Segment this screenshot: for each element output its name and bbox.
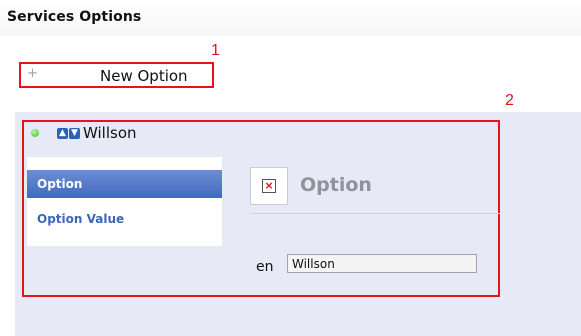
close-button[interactable]: × [250,167,288,205]
nav-item-option[interactable]: Option [27,170,222,198]
option-item-name[interactable]: Willson [83,124,137,142]
page-header: Services Options [0,0,581,36]
new-option-label: New Option [100,67,188,85]
option-name-input[interactable] [287,254,477,273]
callout-2: 2 [505,92,514,109]
content-divider [250,213,500,214]
close-icon: × [262,179,276,193]
status-dot-icon [31,129,39,137]
option-side-nav: Option Option Value [27,157,222,246]
new-option-button[interactable]: + New Option [19,62,214,88]
move-up-icon[interactable]: ▲ [57,128,68,139]
callout-1: 1 [211,42,220,59]
plus-icon: + [27,66,38,81]
page-title: Services Options [7,9,142,25]
move-down-icon[interactable]: ▼ [69,128,80,139]
nav-item-option-value[interactable]: Option Value [37,212,124,226]
content-title: Option [300,174,372,196]
language-label: en [256,259,274,275]
